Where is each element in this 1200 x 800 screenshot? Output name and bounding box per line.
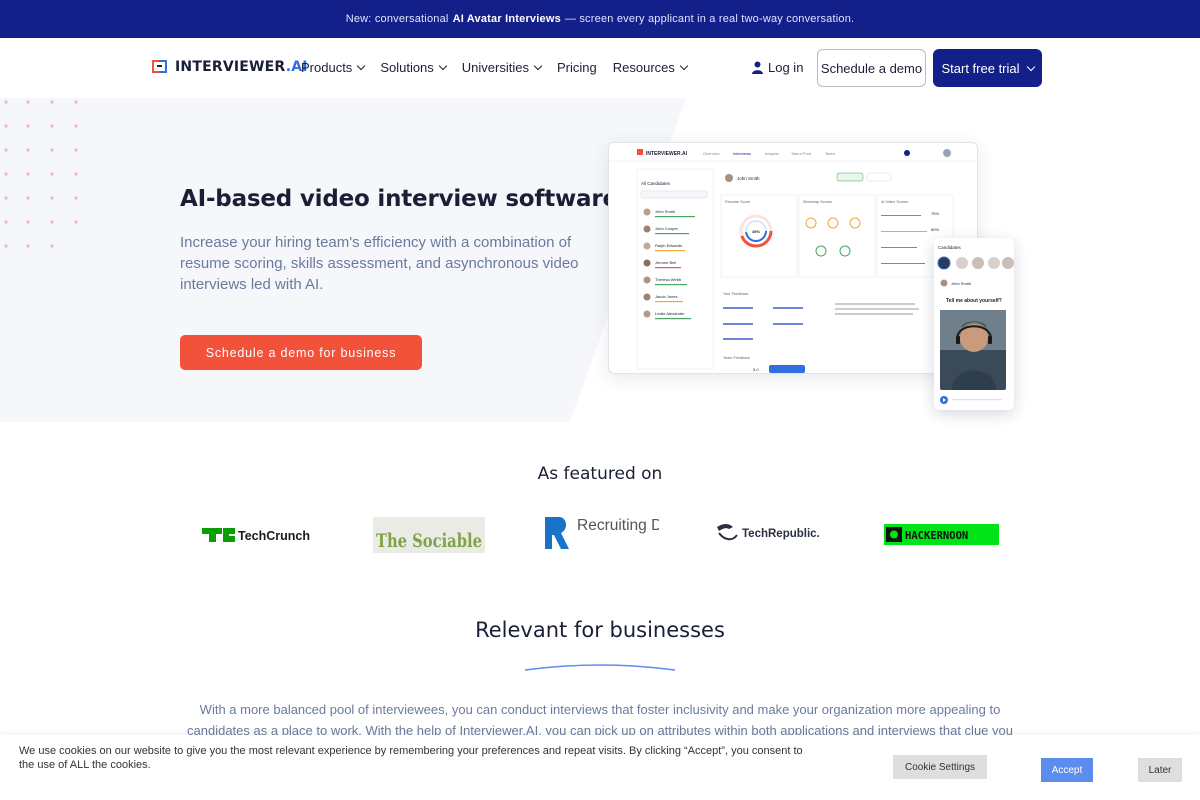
title-underline <box>524 664 676 671</box>
phone-preview: Candidates John Smith Tell me about your… <box>934 238 1014 410</box>
logo-text: INTERVIEWER.AI <box>175 58 308 75</box>
recruiting-daily-logo[interactable]: Recruiting Daily <box>543 515 659 553</box>
menu-resources[interactable]: Resources <box>612 60 689 75</box>
svg-text:Your Feedback: Your Feedback <box>723 292 749 296</box>
hackernoon-logo[interactable]: HACKERNOON <box>884 524 999 545</box>
svg-text:45%: 45% <box>752 229 760 234</box>
menu: Products Solutions Universities Pricing … <box>301 60 689 75</box>
svg-text:John Smith: John Smith <box>951 281 971 286</box>
main-navigation: INTERVIEWER.AI Products Solutions Univer… <box>0 38 1200 98</box>
svg-text:John Smith: John Smith <box>737 176 760 181</box>
svg-text:80%: 80% <box>931 227 939 232</box>
svg-text:Talent Pool: Talent Pool <box>791 151 811 156</box>
svg-text:TechRepublic.: TechRepublic. <box>742 528 820 540</box>
login-link[interactable]: Log in <box>752 60 803 75</box>
svg-text:TechCrunch: TechCrunch <box>238 529 310 543</box>
menu-label: Universities <box>461 60 529 75</box>
site-logo[interactable]: INTERVIEWER.AI <box>150 58 308 75</box>
relevant-title: Relevant for businesses <box>475 618 725 642</box>
menu-products[interactable]: Products <box>301 60 366 75</box>
svg-text:Jerome Bell: Jerome Bell <box>655 260 676 265</box>
menu-solutions[interactable]: Solutions <box>380 60 448 75</box>
cookie-later-button[interactable]: Later <box>1138 758 1182 782</box>
chevron-down-icon <box>357 61 366 71</box>
dashboard-preview: INTERVIEWER.AI Overview Interviews Insig… <box>608 142 978 374</box>
logo-icon <box>152 60 167 73</box>
banner-highlight[interactable]: AI Avatar Interviews <box>453 13 561 25</box>
decorative-dots <box>4 100 78 248</box>
banner-prefix: New: conversational <box>345 13 449 25</box>
start-trial-label: Start free trial <box>941 60 1020 76</box>
svg-text:Insights: Insights <box>765 151 779 156</box>
hero-title: AI-based video interview software <box>180 186 618 212</box>
hackernoon-logo-image: HACKERNOON <box>884 524 999 545</box>
user-icon <box>752 61 763 74</box>
menu-label: Solutions <box>380 60 434 75</box>
svg-text:Team Feedback: Team Feedback <box>723 356 750 360</box>
svg-text:The Sociable: The Sociable <box>376 530 482 552</box>
svg-text:75%: 75% <box>931 211 939 216</box>
svg-text:INTERVIEWER.AI: INTERVIEWER.AI <box>646 151 688 157</box>
svg-text:Interviews: Interviews <box>733 151 751 156</box>
svg-text:Candidates: Candidates <box>938 245 962 250</box>
techrepublic-logo[interactable]: TechRepublic. <box>715 519 827 549</box>
techcrunch-logo[interactable]: TechCrunch <box>201 520 317 550</box>
svg-text:Overview: Overview <box>703 151 720 156</box>
svg-text:AI Video Scores: AI Video Scores <box>881 200 908 204</box>
svg-text:Jacob Jones: Jacob Jones <box>655 294 677 299</box>
techcrunch-logo-image: TechCrunch <box>202 528 310 543</box>
svg-text:John Cooper: John Cooper <box>655 226 679 231</box>
banner-suffix: — screen every applicant in a real two-w… <box>564 13 855 25</box>
svg-text:Theresa Webb: Theresa Webb <box>655 277 682 282</box>
svg-text:Leslie Alexander: Leslie Alexander <box>655 311 685 316</box>
hero-subtitle: Increase your hiring team's efficiency w… <box>180 234 579 293</box>
the-sociable-logo-image: The Sociable <box>373 517 485 553</box>
schedule-demo-business-button[interactable]: Schedule a demo for business <box>180 335 422 370</box>
svg-text:Tell me about yourself?: Tell me about yourself? <box>946 298 1002 304</box>
menu-label: Products <box>301 60 353 75</box>
menu-label: Pricing <box>556 60 597 75</box>
chevron-down-icon <box>533 61 543 71</box>
svg-text:Resume Score: Resume Score <box>725 200 750 204</box>
svg-text:Recruiting Daily: Recruiting Daily <box>577 517 659 534</box>
featured-title: As featured on <box>537 464 663 484</box>
cookie-settings-button[interactable]: Cookie Settings <box>893 755 987 779</box>
menu-label: Resources <box>612 60 675 75</box>
svg-text:5.0: 5.0 <box>753 367 759 372</box>
dashboard-illustration: INTERVIEWER.AI Overview Interviews Insig… <box>609 143 977 373</box>
phone-illustration: Candidates John Smith Tell me about your… <box>937 245 1014 404</box>
cookie-banner: We use cookies on our website to give yo… <box>0 735 1200 800</box>
svg-text:John Smith: John Smith <box>655 209 675 214</box>
cookie-text: We use cookies on our website to give yo… <box>19 745 803 771</box>
the-sociable-logo[interactable]: The Sociable <box>373 517 485 553</box>
svg-text:Ralph Edwards: Ralph Edwards <box>655 243 682 248</box>
login-label: Log in <box>768 60 804 75</box>
chevron-down-icon <box>679 61 689 71</box>
chevron-down-icon <box>438 61 448 71</box>
announcement-banner[interactable]: New: conversational AI Avatar Interviews… <box>0 0 1200 38</box>
cookie-accept-button[interactable]: Accept <box>1041 758 1093 782</box>
recruiting-daily-logo-image: Recruiting Daily <box>545 517 659 549</box>
svg-text:All Candidates: All Candidates <box>641 181 671 186</box>
schedule-demo-button[interactable]: Schedule a demo <box>817 49 926 87</box>
menu-pricing[interactable]: Pricing <box>557 60 597 75</box>
svg-text:HACKERNOON: HACKERNOON <box>905 530 968 542</box>
svg-text:Workmap Scores: Workmap Scores <box>803 200 832 204</box>
svg-text:Team: Team <box>825 151 835 156</box>
menu-universities[interactable]: Universities <box>461 60 543 75</box>
chevron-down-icon <box>1026 62 1035 71</box>
start-trial-button[interactable]: Start free trial <box>933 49 1042 87</box>
techrepublic-logo-image: TechRepublic. <box>717 524 820 541</box>
